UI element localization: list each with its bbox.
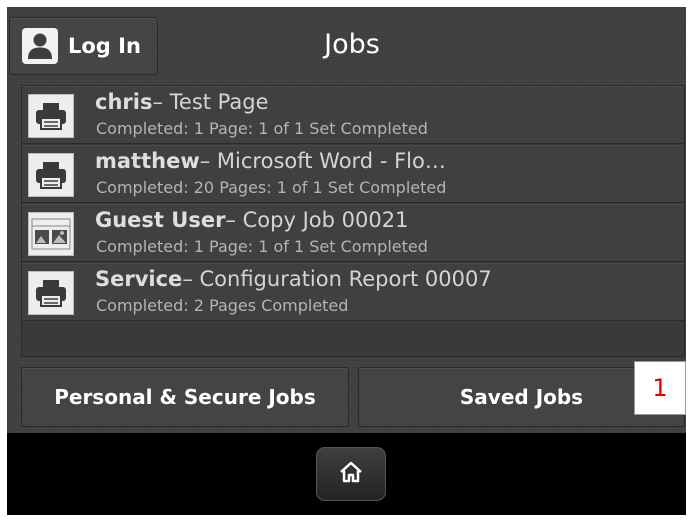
job-title: matthew– Microsoft Word - Flo… [95,149,680,173]
job-title: Service– Configuration Report 00007 [95,267,680,291]
personal-secure-jobs-button[interactable]: Personal & Secure Jobs [21,367,349,427]
job-name: Copy Job 00021 [242,208,409,232]
job-row[interactable]: Guest User– Copy Job 00021 Completed: 1 … [22,204,684,262]
copy-job-icon [28,212,74,256]
home-icon [339,461,363,487]
annotation-callout: 1 [634,361,686,415]
job-list: chris– Test Page Completed: 1 Page: 1 of… [21,85,685,357]
jobs-screen: Log In Jobs chris– Test Page Completed: … [7,7,686,433]
job-title: Guest User– Copy Job 00021 [95,208,680,232]
job-status: Completed: 1 Page: 1 of 1 Set Completed [96,119,428,138]
job-owner: chris [95,90,153,114]
page-title: Jobs [324,29,380,60]
job-status: Completed: 2 Pages Completed [96,296,349,315]
printer-icon [28,271,74,315]
login-label: Log In [68,34,141,58]
printer-icon [28,153,74,197]
job-separator: – [182,267,200,291]
printer-icon [28,94,74,138]
job-row[interactable]: chris– Test Page Completed: 1 Page: 1 of… [22,86,684,144]
job-title: chris– Test Page [95,90,680,114]
job-owner: Guest User [95,208,226,232]
job-status: Completed: 20 Pages: 1 of 1 Set Complete… [96,178,447,197]
job-separator: – [152,90,170,114]
login-button[interactable]: Log In [9,17,158,75]
job-name: Test Page [169,90,269,114]
job-row[interactable]: Service– Configuration Report 00007 Comp… [22,263,684,321]
user-icon [22,28,58,64]
job-separator: – [199,149,217,173]
job-name: Configuration Report 00007 [199,267,492,291]
job-separator: – [225,208,243,232]
job-status: Completed: 1 Page: 1 of 1 Set Completed [96,237,428,256]
job-row[interactable]: matthew– Microsoft Word - Flo… Completed… [22,145,684,203]
bottom-bar [7,433,686,515]
job-name: Microsoft Word - Flo… [216,149,446,173]
job-owner: Service [95,267,183,291]
job-owner: matthew [95,149,200,173]
home-button[interactable] [316,447,386,501]
